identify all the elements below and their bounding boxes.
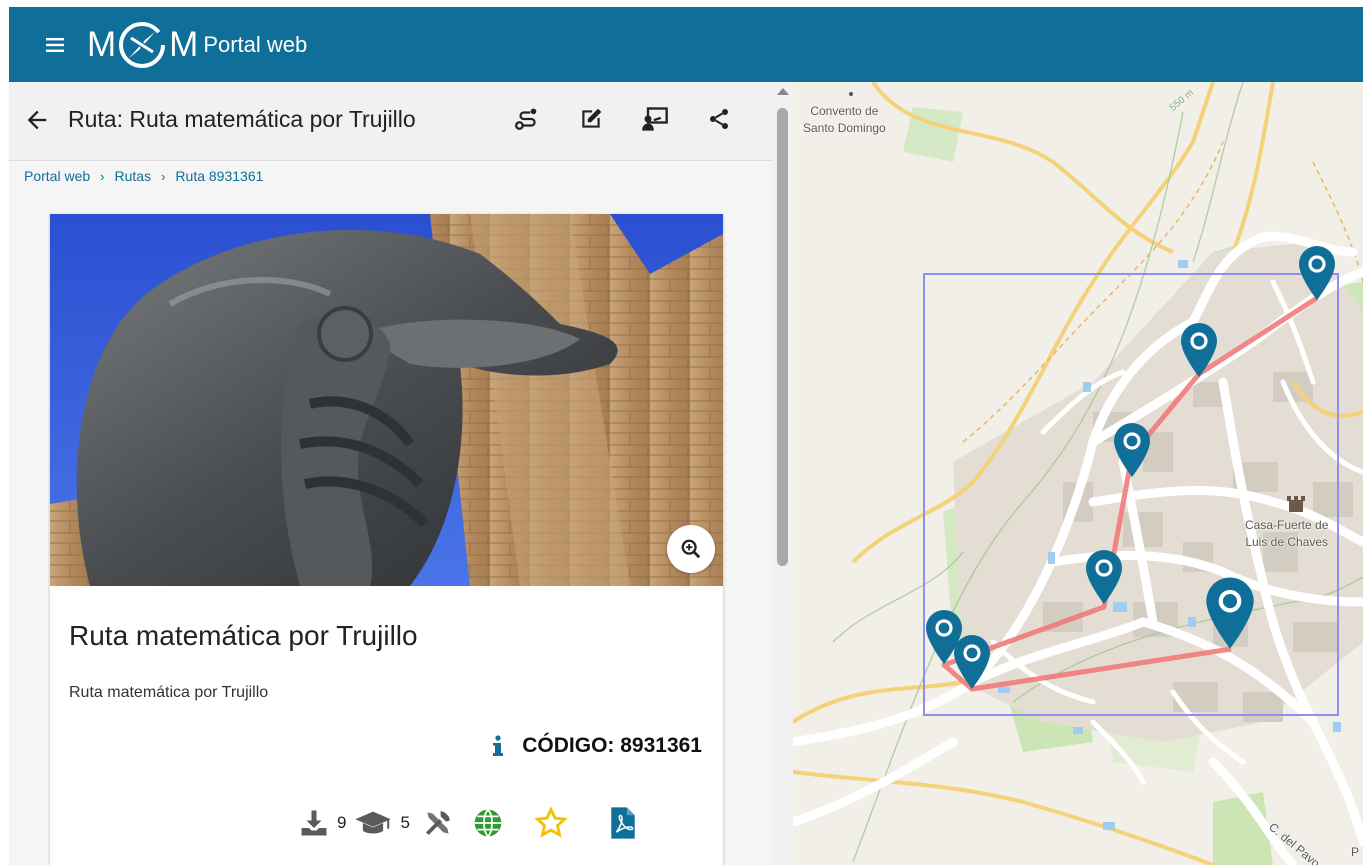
edit-icon — [582, 108, 602, 128]
app-logo[interactable]: M M Portal web — [87, 20, 307, 70]
hamburger-icon — [46, 37, 64, 52]
map-label-casa-fuerte: Casa-Fuerte de Luis de Chaves — [1245, 517, 1328, 551]
map-label-convento: Convento de Santo Domingo — [803, 103, 886, 137]
page-title: Ruta: Ruta matemática por Trujillo — [68, 106, 416, 132]
favorite-button[interactable] — [534, 806, 568, 840]
route-icon — [515, 108, 537, 130]
route-description: Ruta matemática por Trujillo — [69, 684, 269, 701]
panel-scrollbar[interactable] — [773, 82, 793, 865]
pdf-icon — [611, 807, 635, 839]
info-icon[interactable] — [492, 735, 504, 757]
globe-icon — [474, 809, 502, 837]
map-label-partial: P — [1351, 845, 1360, 859]
presentation-icon — [642, 107, 668, 131]
tools-icon — [425, 811, 450, 835]
route-title: Ruta matemática por Trujillo — [69, 620, 418, 651]
castle-icon — [1287, 496, 1305, 512]
route-toolbar: Ruta: Ruta matemática por Trujillo — [9, 82, 773, 161]
statue-photo — [50, 214, 723, 586]
present-button[interactable] — [640, 104, 670, 134]
zoom-in-icon — [681, 539, 701, 559]
compass-icon — [119, 21, 166, 68]
map-label-line: Casa-Fuerte de — [1245, 518, 1329, 532]
scroll-up-arrow[interactable] — [777, 88, 789, 95]
route-code-row: CÓDIGO: 8931361 — [492, 734, 702, 758]
download-icon — [301, 810, 327, 836]
graduation-cap-icon — [355, 811, 392, 834]
back-button[interactable] — [23, 106, 51, 134]
scroll-thumb[interactable] — [777, 108, 788, 566]
share-icon — [710, 109, 728, 129]
edit-button[interactable] — [576, 104, 606, 134]
map-marker-selected[interactable] — [1205, 576, 1255, 650]
downloads-count: 9 — [337, 813, 347, 832]
breadcrumb-item-rutas[interactable]: Rutas — [115, 168, 152, 184]
logo-letter-left: M — [87, 24, 116, 64]
map-label-line: Luis de Chaves — [1245, 535, 1329, 549]
map-marker[interactable] — [1180, 322, 1218, 378]
downloads-stat[interactable]: 9 — [299, 808, 346, 838]
map-label-line: Santo Domingo — [803, 121, 886, 135]
public-stat[interactable] — [472, 807, 504, 839]
map-marker[interactable] — [1085, 549, 1123, 605]
map-label-line: Convento de — [810, 104, 879, 118]
route-detail-panel: Ruta: Ruta matemática por Trujillo Porta… — [9, 82, 773, 865]
route-map[interactable]: Convento de Santo Domingo Casa-Fuerte de… — [793, 82, 1363, 865]
breadcrumb-item-current[interactable]: Ruta 8931361 — [175, 168, 263, 184]
breadcrumb-separator: › — [161, 168, 166, 184]
poi-dot — [849, 92, 853, 96]
share-button[interactable] — [704, 104, 734, 134]
star-icon — [534, 806, 568, 838]
route-photo[interactable] — [50, 214, 723, 586]
route-card: Ruta matemática por Trujillo Ruta matemá… — [50, 214, 723, 865]
logo-letter-right: M — [169, 24, 198, 64]
pdf-button[interactable] — [610, 806, 636, 840]
app-bar: M M Portal web — [9, 7, 1363, 82]
route-button[interactable] — [512, 104, 542, 134]
grade-stat[interactable]: 5 — [354, 809, 410, 837]
breadcrumb-separator: › — [100, 168, 105, 184]
zoom-image-button[interactable] — [667, 525, 715, 573]
map-marker[interactable] — [1298, 245, 1336, 301]
map-marker[interactable] — [953, 634, 991, 690]
route-stats: 9 5 — [299, 806, 644, 840]
menu-button[interactable] — [37, 27, 73, 63]
map-marker[interactable] — [1113, 422, 1151, 478]
tools-stat[interactable] — [422, 807, 454, 839]
map-canvas — [793, 82, 1363, 865]
grade-value: 5 — [400, 813, 410, 832]
breadcrumb-item-portal[interactable]: Portal web — [24, 168, 90, 184]
arrow-left-icon — [27, 110, 47, 130]
route-code: CÓDIGO: 8931361 — [522, 734, 702, 757]
breadcrumb: Portal web › Rutas › Ruta 8931361 — [24, 168, 263, 184]
app-title: Portal web — [203, 31, 308, 57]
